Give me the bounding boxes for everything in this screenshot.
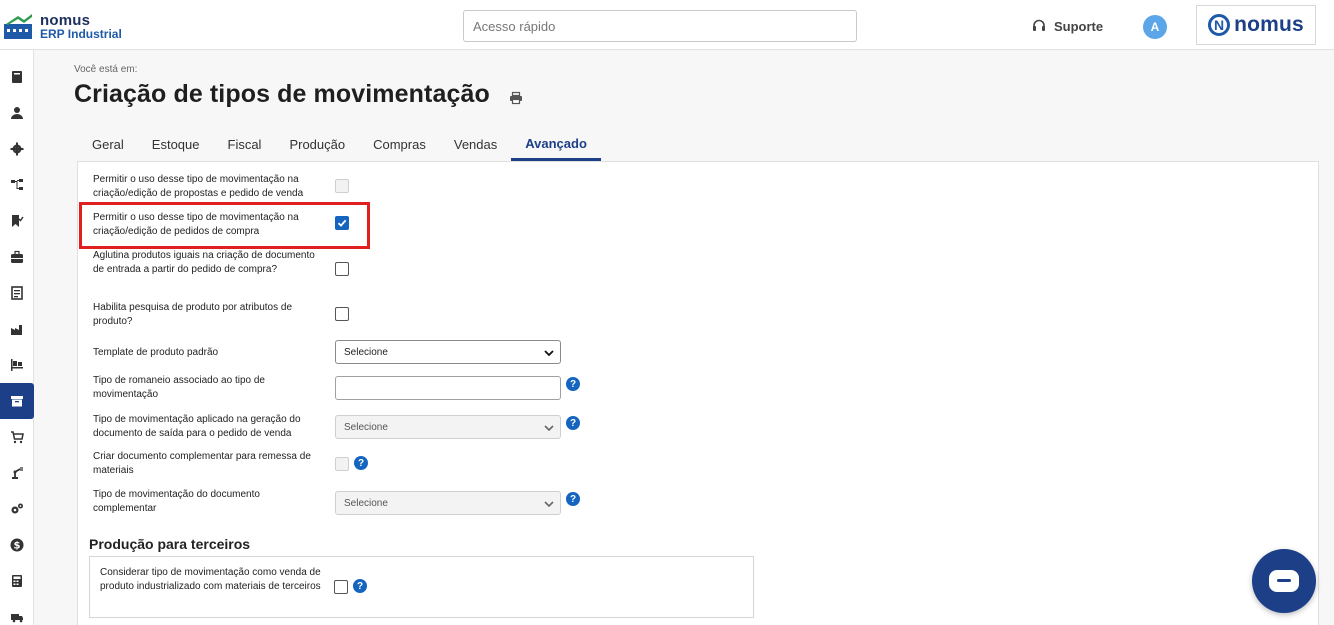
- hierarchy-icon: [11, 179, 23, 190]
- document-list-icon: [11, 286, 23, 300]
- complementary-doc-help-icon[interactable]: ?: [354, 456, 368, 470]
- cart-icon: [11, 431, 24, 444]
- product-template-label: Template de produto padrão: [93, 347, 219, 358]
- complementary-doc-label: Criar documento complementar para remess…: [93, 451, 311, 476]
- sidebar-item-book[interactable]: [0, 59, 34, 95]
- third-party-section-title: Produção para terceiros: [89, 536, 251, 552]
- gears-icon: [11, 503, 23, 514]
- tab-bar: Geral Estoque Fiscal Produção Compras Ve…: [78, 128, 601, 161]
- group-products-checkbox[interactable]: [335, 262, 349, 276]
- factory-icon: [11, 325, 22, 335]
- print-icon[interactable]: [509, 91, 523, 105]
- checkmark-icon: [337, 219, 347, 227]
- sidebar-item-factory[interactable]: [0, 311, 34, 347]
- product-template-select[interactable]: Selecione: [335, 340, 561, 364]
- attr-search-checkbox[interactable]: [335, 307, 349, 321]
- complementary-doc-checkbox[interactable]: [335, 457, 349, 471]
- brand-n-icon: N: [1208, 14, 1231, 36]
- tab-fiscal[interactable]: Fiscal: [214, 128, 276, 161]
- sidebar-item-calculator[interactable]: [0, 563, 34, 599]
- svg-text:$: $: [14, 541, 21, 552]
- nomus-erp-logo[interactable]: nomus ERP Industrial: [4, 10, 124, 42]
- user-icon: [11, 107, 23, 119]
- sidebar-item-hierarchy[interactable]: [0, 167, 34, 203]
- chevron-down-icon: [544, 501, 554, 508]
- sidebar-item-gears[interactable]: [0, 491, 34, 527]
- sidebar-item-settings[interactable]: [0, 131, 34, 167]
- exit-doc-type-value: Selecione: [344, 421, 388, 433]
- allow-purchase-checkbox[interactable]: [335, 216, 349, 230]
- archive-icon: [11, 396, 23, 407]
- exit-doc-type-select[interactable]: Selecione: [335, 415, 561, 439]
- tab-compras[interactable]: Compras: [359, 128, 440, 161]
- romaneio-type-label: Tipo de romaneio associado ao tipo de mo…: [93, 375, 265, 400]
- logo-icon: [4, 14, 32, 39]
- tab-producao[interactable]: Produção: [275, 128, 359, 161]
- sidebar-item-robot[interactable]: [0, 455, 34, 491]
- dollar-icon: $: [10, 538, 24, 552]
- sidebar-item-archive[interactable]: [0, 383, 34, 419]
- sidebar-item-user[interactable]: [0, 95, 34, 131]
- attr-search-label: Habilita pesquisa de produto por atribut…: [93, 302, 293, 327]
- top-bar: nomus ERP Industrial Suporte A N nomus: [0, 0, 1334, 50]
- page-title: Criação de tipos de movimentação: [74, 80, 490, 108]
- product-template-value: Selecione: [344, 346, 388, 358]
- consider-sale-label: Considerar tipo de movimentação como ven…: [100, 567, 321, 592]
- brand-text: nomus: [1234, 13, 1304, 36]
- truck-icon: [11, 614, 23, 623]
- headset-icon: [1033, 19, 1045, 31]
- sidebar-item-cart[interactable]: [0, 419, 34, 455]
- complementary-type-select[interactable]: Selecione: [335, 491, 561, 515]
- chat-button[interactable]: [1252, 549, 1316, 613]
- breadcrumb: Você está em:: [74, 64, 138, 75]
- allow-sales-label: Permitir o uso desse tipo de movimentaçã…: [93, 174, 304, 199]
- gear-icon: [10, 142, 24, 156]
- pallet-icon: [11, 359, 23, 371]
- user-avatar[interactable]: A: [1143, 15, 1167, 39]
- allow-sales-checkbox[interactable]: [335, 179, 349, 193]
- nomus-brand-logo: N nomus: [1196, 5, 1316, 45]
- allow-purchase-label: Permitir o uso desse tipo de movimentaçã…: [93, 212, 299, 237]
- support-label: Suporte: [1054, 18, 1104, 34]
- chat-bubble-icon: [1269, 570, 1299, 592]
- tab-vendas[interactable]: Vendas: [440, 128, 511, 161]
- calculator-icon: [12, 575, 22, 587]
- complementary-type-help-icon[interactable]: ?: [566, 492, 580, 506]
- sidebar-item-bookmark[interactable]: [0, 203, 34, 239]
- chevron-down-icon: [544, 350, 554, 357]
- consider-sale-help-icon[interactable]: ?: [353, 579, 367, 593]
- romaneio-help-icon[interactable]: ?: [566, 377, 580, 391]
- book-icon: [12, 71, 22, 83]
- exit-doc-help-icon[interactable]: ?: [566, 416, 580, 430]
- briefcase-icon: [11, 250, 23, 263]
- sidebar-item-documents[interactable]: [0, 275, 34, 311]
- chevron-down-icon: [544, 425, 554, 432]
- sidebar-item-truck[interactable]: [0, 599, 34, 625]
- support-link[interactable]: Suporte: [1032, 17, 1103, 35]
- consider-sale-checkbox[interactable]: [334, 580, 348, 594]
- robot-arm-icon: [12, 467, 23, 479]
- romaneio-type-input[interactable]: [335, 376, 561, 400]
- tab-estoque[interactable]: Estoque: [138, 128, 214, 161]
- quick-access-input[interactable]: [463, 10, 857, 42]
- bookmark-check-icon: [12, 215, 24, 227]
- tab-geral[interactable]: Geral: [78, 128, 138, 161]
- logo-line2: ERP Industrial: [40, 27, 122, 41]
- group-products-label: Aglutina produtos iguais na criação de d…: [93, 250, 315, 275]
- sidebar-item-pallet[interactable]: [0, 347, 34, 383]
- sidebar: $: [0, 50, 34, 625]
- sidebar-item-briefcase[interactable]: [0, 239, 34, 275]
- tab-avancado[interactable]: Avançado: [511, 128, 601, 161]
- exit-doc-type-label: Tipo de movimentação aplicado na geração…: [93, 414, 301, 439]
- sidebar-item-finance[interactable]: $: [0, 527, 34, 563]
- complementary-type-value: Selecione: [344, 497, 388, 509]
- complementary-type-label: Tipo de movimentação do documento comple…: [93, 489, 260, 514]
